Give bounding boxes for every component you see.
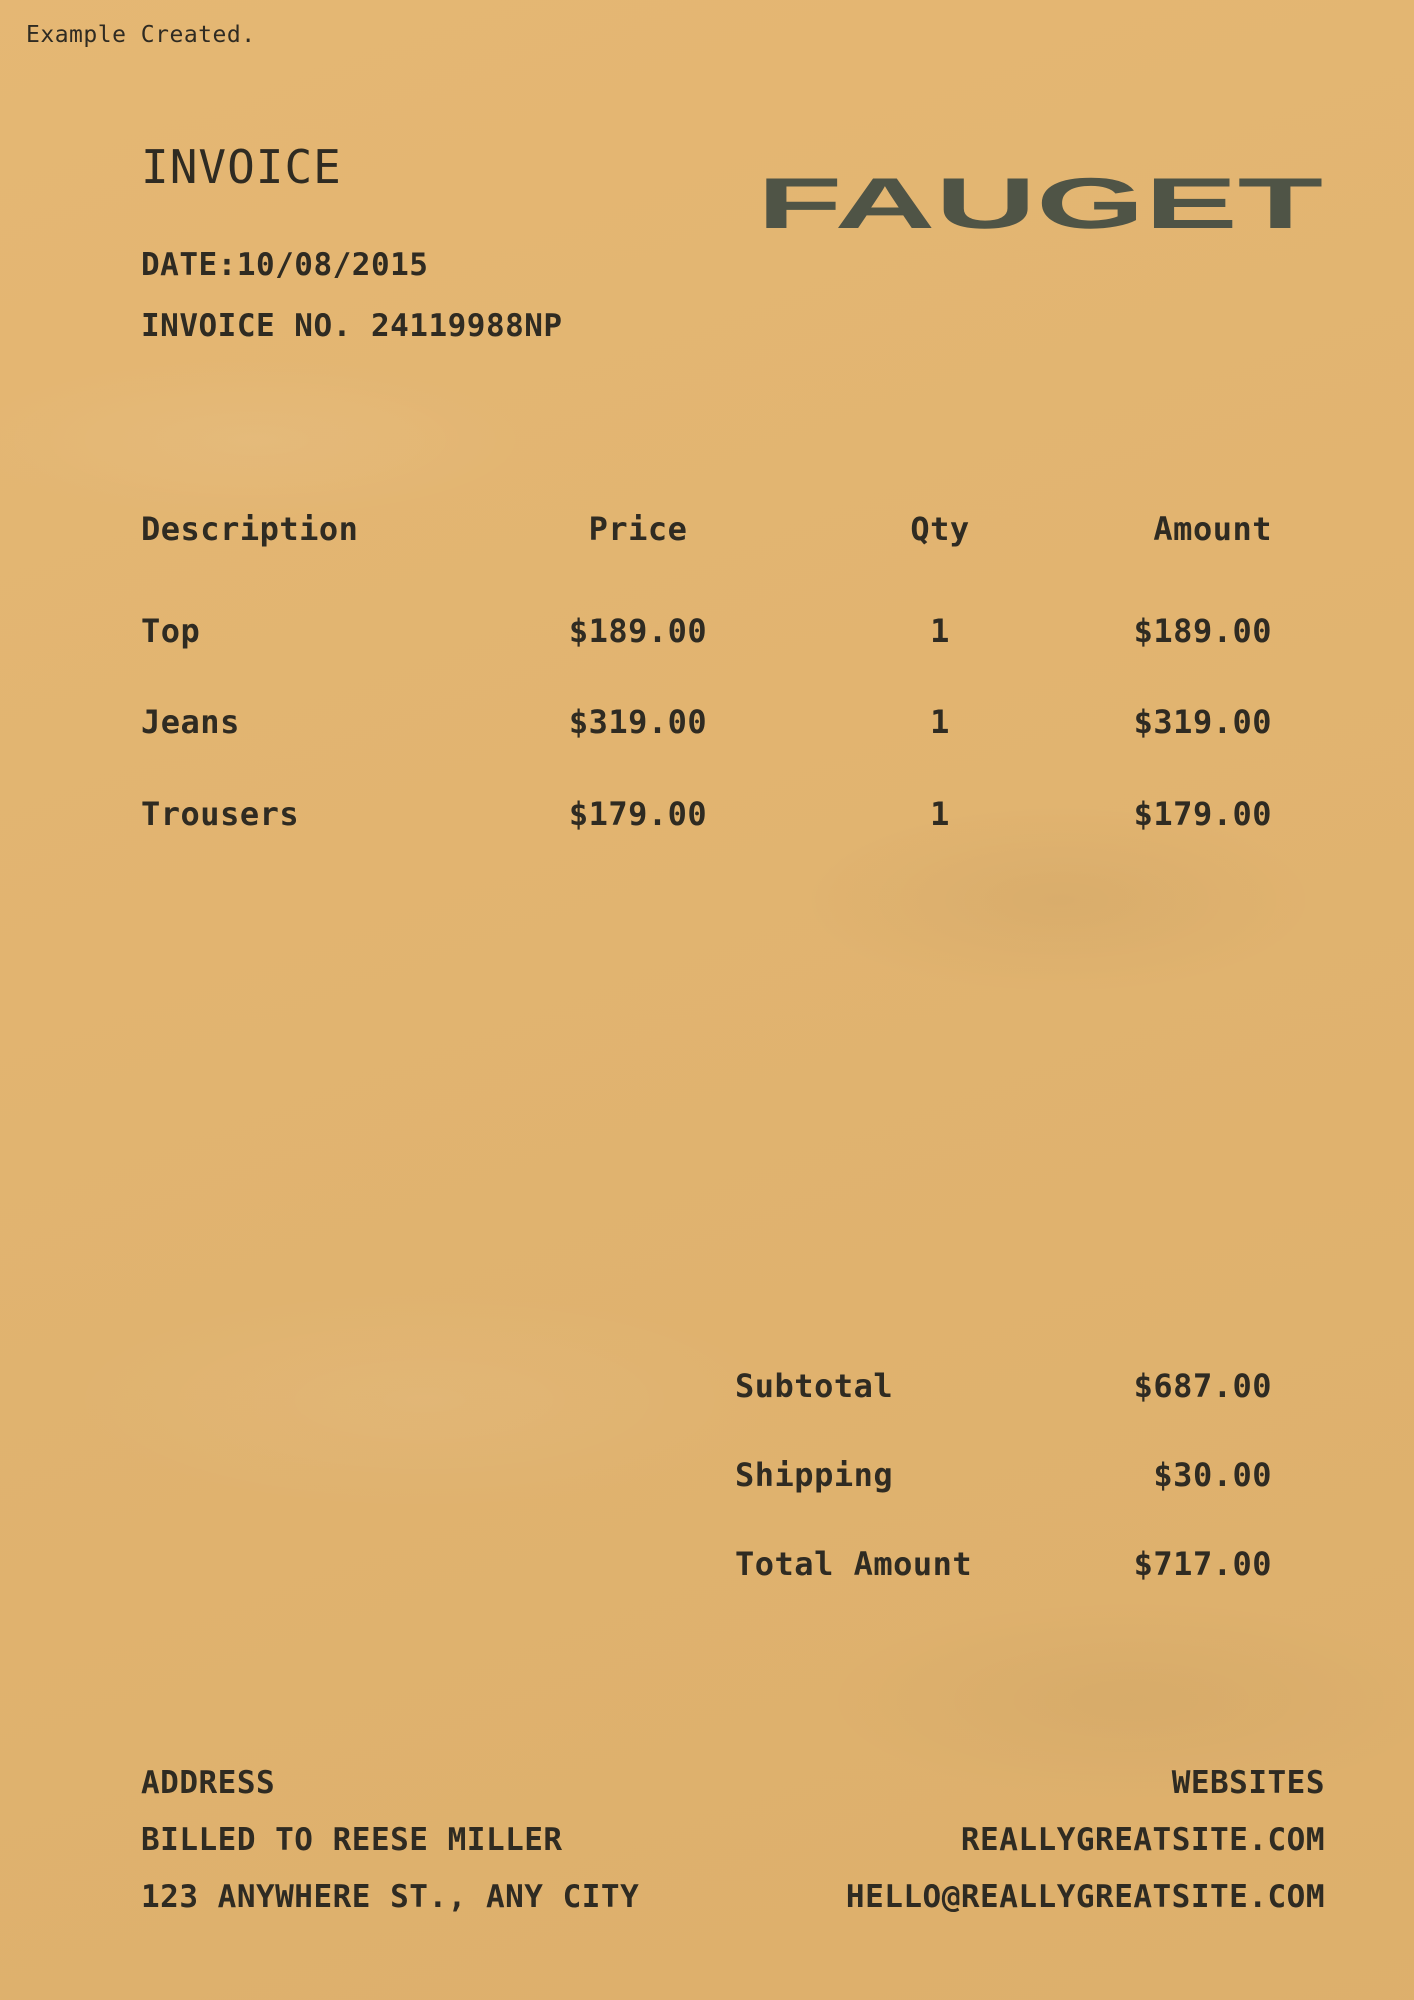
subtotal-value: $687.00 [1133,1367,1272,1405]
column-header-price: Price [588,510,688,548]
item-amount: $179.00 [1133,795,1272,833]
total-amount-label: Total Amount [735,1545,973,1583]
item-qty: 1 [930,795,950,833]
brand-logo: FAUGET [757,168,1323,232]
item-price: $179.00 [568,795,708,833]
invoice-title: INVOICE [141,140,342,194]
watermark-text: Example Created. [26,22,256,48]
shipping-label: Shipping [735,1456,894,1494]
address-heading: ADDRESS [141,1765,276,1801]
subtotal-label: Subtotal [735,1367,894,1405]
shipping-value: $30.00 [1153,1456,1272,1494]
total-amount-value: $717.00 [1133,1545,1272,1583]
item-description: Top [141,612,201,650]
item-description: Jeans [141,703,240,741]
item-amount: $189.00 [1133,612,1272,650]
item-qty: 1 [930,612,950,650]
item-description: Trousers [141,795,300,833]
website-link[interactable]: REALLYGREATSITE.COM [961,1822,1325,1858]
billed-to: BILLED TO REESE MILLER [141,1822,563,1858]
brand-logo-text: FAUGET [757,168,1323,232]
item-price: $319.00 [568,703,708,741]
invoice-date: DATE:10/08/2015 [141,247,429,283]
column-header-description: Description [141,510,359,548]
email-link[interactable]: HELLO@REALLYGREATSITE.COM [846,1879,1325,1915]
websites-heading: WEBSITES [1171,1765,1325,1801]
invoice-number: INVOICE NO. 24119988NP [141,308,563,344]
item-amount: $319.00 [1133,703,1272,741]
item-price: $189.00 [568,612,708,650]
column-header-amount: Amount [1153,510,1272,548]
street-address: 123 ANYWHERE ST., ANY CITY [141,1879,640,1915]
item-qty: 1 [930,703,950,741]
column-header-qty: Qty [910,510,970,548]
